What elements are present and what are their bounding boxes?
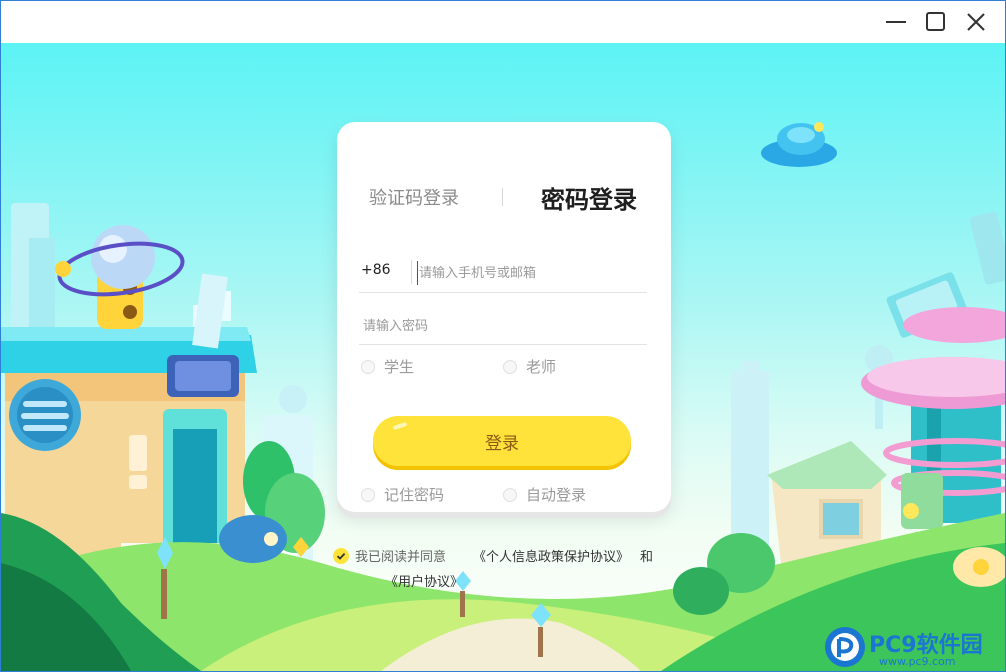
radio-circle-icon	[361, 487, 375, 502]
minimize-button[interactable]	[879, 7, 913, 37]
close-button[interactable]	[959, 7, 993, 37]
agreement-text: 我已阅读并同意	[355, 550, 447, 565]
login-button[interactable]: 登录	[373, 416, 631, 466]
auto-login-label: 自动登录	[526, 486, 587, 504]
pc9-logo-icon	[825, 627, 865, 667]
login-card: 验证码登录 密码登录 +86 学生 老师	[337, 122, 671, 512]
auto-login-checkbox[interactable]: 自动登录	[503, 484, 586, 505]
country-code-divider	[411, 260, 412, 284]
checkmark-icon	[336, 552, 346, 560]
remember-password-label: 记住密码	[384, 486, 445, 504]
title-bar	[1, 1, 1005, 43]
password-input[interactable]	[361, 314, 645, 338]
user-agreement-link[interactable]: 《用户协议》	[385, 570, 463, 595]
watermark-url: www.pc9.com	[879, 655, 956, 668]
phone-field: +86	[359, 252, 647, 293]
role-teacher-label: 老师	[526, 358, 557, 376]
phone-input[interactable]	[417, 261, 647, 285]
tab-divider	[502, 188, 503, 206]
button-shine-decoration	[392, 421, 408, 431]
country-code[interactable]: +86	[361, 262, 391, 278]
role-student-radio[interactable]: 学生	[361, 356, 414, 377]
password-field	[359, 308, 647, 345]
maximize-button[interactable]	[919, 7, 953, 37]
remember-password-checkbox[interactable]: 记住密码	[361, 484, 444, 505]
agreement-and-text: 和	[640, 550, 654, 565]
tab-code-login[interactable]: 验证码登录	[369, 184, 459, 210]
tab-password-login[interactable]: 密码登录	[541, 180, 637, 215]
radio-circle-icon	[503, 487, 517, 502]
minimize-icon	[886, 21, 906, 23]
login-scene: 验证码登录 密码登录 +86 学生 老师	[1, 43, 1005, 671]
role-selector: 学生 老师	[361, 356, 651, 378]
role-student-label: 学生	[384, 358, 415, 376]
radio-circle-icon	[503, 359, 517, 374]
app-window: 验证码登录 密码登录 +86 学生 老师	[0, 0, 1006, 672]
privacy-policy-link[interactable]: 《个人信息政策保护协议》	[473, 545, 629, 570]
login-options: 记住密码 自动登录	[361, 484, 651, 506]
login-button-label: 登录	[485, 433, 519, 454]
role-teacher-radio[interactable]: 老师	[503, 356, 556, 377]
agreement-checkbox[interactable]	[333, 548, 349, 564]
close-icon	[967, 13, 985, 31]
pc9-watermark: PC9软件园 www.pc9.com	[823, 625, 1005, 671]
radio-circle-icon	[361, 359, 375, 374]
maximize-icon	[926, 12, 945, 31]
